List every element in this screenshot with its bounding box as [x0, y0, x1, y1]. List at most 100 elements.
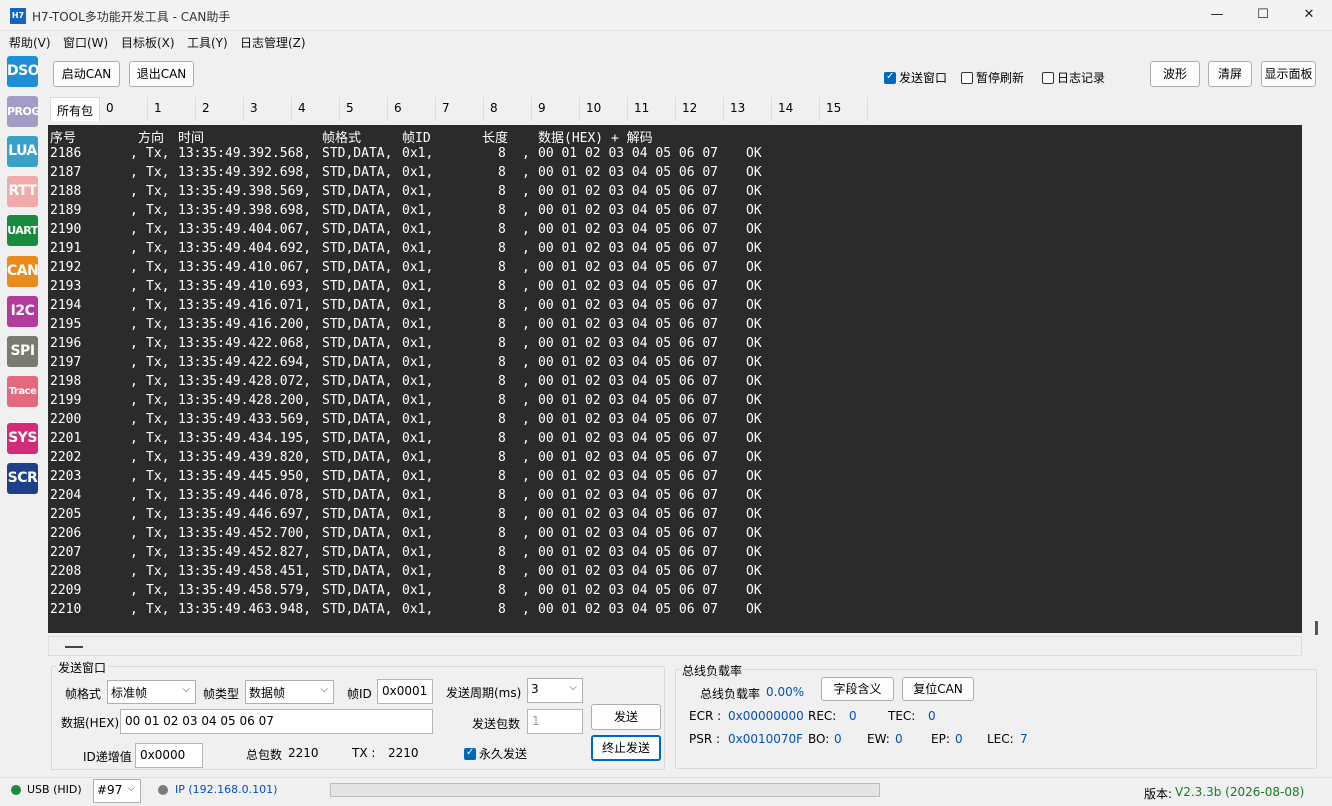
log-cell-sep2: ,	[522, 203, 530, 218]
tab-channel-8[interactable]: 8	[484, 97, 532, 121]
collapse-handle[interactable]	[65, 646, 83, 648]
log-cell-time: 13:35:49.434.195,	[178, 431, 312, 446]
tab-channel-14[interactable]: 14	[772, 97, 820, 121]
log-cell-length: 8	[498, 184, 506, 199]
menu-tools[interactable]: 工具(Y)	[187, 34, 228, 51]
log-cell-decode: OK	[746, 507, 762, 522]
log-cell-length: 8	[498, 317, 506, 332]
sidebar-uart-button[interactable]: UART	[7, 215, 38, 246]
exit-can-button[interactable]: 退出CAN	[129, 61, 194, 87]
log-record-checkbox[interactable]: 日志记录	[1042, 69, 1105, 86]
sidebar-sys-button[interactable]: SYS	[7, 423, 38, 454]
frame-id-input[interactable]: 0x0001	[377, 679, 433, 704]
log-cell-length: 8	[498, 260, 506, 275]
period-select[interactable]: 3 ⌵	[527, 678, 583, 703]
clear-screen-button[interactable]: 清屏	[1208, 61, 1252, 87]
can-log-console[interactable]: 序号 方向 时间 帧格式 帧ID 长度 数据(HEX) + 解码 2186, Tx…	[48, 125, 1302, 633]
sidebar-dso-button[interactable]: DSO	[7, 56, 38, 87]
chevron-down-icon: ⌵	[182, 684, 190, 695]
tab-channel-2[interactable]: 2	[196, 97, 244, 121]
window-title: H7-TOOL多功能开发工具 - CAN助手	[32, 10, 231, 24]
close-button[interactable]: ✕	[1286, 0, 1332, 31]
tab-channel-15[interactable]: 15	[820, 97, 868, 121]
chevron-down-icon: ⌵	[320, 684, 328, 695]
log-cell-direction: Tx,	[146, 146, 170, 161]
log-cell-sep: ,	[130, 412, 138, 427]
log-cell-frame-id: 0x1,	[402, 507, 434, 522]
log-cell-decode: OK	[746, 241, 762, 256]
tab-channel-5[interactable]: 5	[340, 97, 388, 121]
device-select[interactable]: #97 ⌵	[93, 779, 141, 803]
log-cell-time: 13:35:49.428.072,	[178, 374, 312, 389]
log-cell-direction: Tx,	[146, 469, 170, 484]
log-cell-frame-format: STD,DATA,	[322, 393, 393, 408]
sidebar-trace-button[interactable]: Trace	[7, 376, 38, 407]
tab-channel-4[interactable]: 4	[292, 97, 340, 121]
log-cell-time: 13:35:49.410.067,	[178, 260, 312, 275]
maximize-button[interactable]: ☐	[1240, 0, 1286, 31]
log-cell-length: 8	[498, 374, 506, 389]
log-cell-seq: 2204	[50, 488, 82, 503]
tab-channel-0[interactable]: 0	[100, 97, 148, 121]
menu-log-manage[interactable]: 日志管理(Z)	[240, 34, 306, 51]
forever-send-checkbox[interactable]: 永久发送	[464, 745, 527, 762]
log-cell-length: 8	[498, 336, 506, 351]
minimize-button[interactable]: —	[1194, 0, 1240, 31]
log-cell-direction: Tx,	[146, 165, 170, 180]
tab-channel-7[interactable]: 7	[436, 97, 484, 121]
menu-target-board[interactable]: 目标板(X)	[121, 34, 175, 51]
tab-channel-10[interactable]: 10	[580, 97, 628, 121]
log-cell-length: 8	[498, 488, 506, 503]
log-cell-frame-format: STD,DATA,	[322, 203, 393, 218]
log-cell-time: 13:35:49.446.697,	[178, 507, 312, 522]
sidebar-i2c-button[interactable]: I2C	[7, 296, 38, 327]
start-can-button[interactable]: 启动CAN	[53, 61, 120, 87]
sidebar-rtt-button[interactable]: RTT	[7, 176, 38, 207]
scrollbar-thumb[interactable]	[1315, 621, 1318, 635]
log-cell-frame-id: 0x1,	[402, 241, 434, 256]
log-cell-seq: 2201	[50, 431, 82, 446]
bus-group-title: 总线负载率	[680, 662, 745, 679]
log-cell-data: 00 01 02 03 04 05 06 07	[538, 583, 719, 598]
log-cell-sep: ,	[130, 450, 138, 465]
sidebar-spi-button[interactable]: SPI	[7, 336, 38, 367]
log-divider-bar	[48, 636, 1302, 656]
bus-load-label: 总线负载率	[700, 687, 761, 701]
menu-window[interactable]: 窗口(W)	[63, 34, 108, 51]
id-increment-input[interactable]: 0x0000	[135, 743, 203, 768]
tab-channel-9[interactable]: 9	[532, 97, 580, 121]
tab-channel-1[interactable]: 1	[148, 97, 196, 121]
stop-send-button[interactable]: 终止发送	[591, 735, 661, 761]
tab-all-packets[interactable]: 所有包	[50, 97, 100, 121]
data-hex-input[interactable]: 00 01 02 03 04 05 06 07	[120, 709, 433, 734]
send-button[interactable]: 发送	[591, 704, 661, 730]
sidebar-prog-button[interactable]: PROG	[7, 96, 38, 127]
pause-refresh-checkbox[interactable]: 暂停刷新	[961, 69, 1024, 86]
send-window-checkbox[interactable]: 发送窗口	[884, 69, 947, 86]
log-cell-time: 13:35:49.398.569,	[178, 184, 312, 199]
log-cell-direction: Tx,	[146, 336, 170, 351]
tab-channel-3[interactable]: 3	[244, 97, 292, 121]
send-count-input[interactable]: 1	[527, 709, 583, 734]
tab-channel-6[interactable]: 6	[388, 97, 436, 121]
tx-value: 2210	[388, 746, 419, 760]
frame-type-select[interactable]: 数据帧 ⌵	[245, 680, 334, 704]
sidebar-can-button[interactable]: CAN	[7, 256, 38, 287]
sidebar-lua-button[interactable]: LUA	[7, 136, 38, 167]
log-cell-frame-format: STD,DATA,	[322, 317, 393, 332]
log-cell-length: 8	[498, 602, 506, 617]
log-cell-decode: OK	[746, 488, 762, 503]
log-scrollbar[interactable]	[1310, 125, 1322, 635]
field-meaning-button[interactable]: 字段含义	[821, 677, 894, 701]
tab-channel-13[interactable]: 13	[724, 97, 772, 121]
log-cell-seq: 2195	[50, 317, 82, 332]
reset-can-button[interactable]: 复位CAN	[902, 677, 974, 701]
menu-help[interactable]: 帮助(V)	[9, 34, 51, 51]
show-panel-button[interactable]: 显示面板	[1261, 61, 1316, 87]
tab-channel-11[interactable]: 11	[628, 97, 676, 121]
tab-channel-12[interactable]: 12	[676, 97, 724, 121]
waveform-button[interactable]: 波形	[1150, 61, 1200, 87]
sidebar-scr-button[interactable]: SCR	[7, 463, 38, 494]
tx-label: TX :	[352, 746, 376, 760]
frame-format-select[interactable]: 标准帧 ⌵	[107, 680, 196, 704]
